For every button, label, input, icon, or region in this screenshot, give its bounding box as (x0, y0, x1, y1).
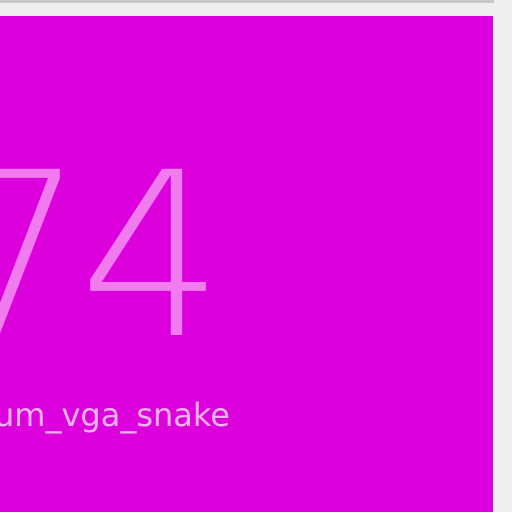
tile-number: 74 (0, 123, 224, 389)
project-tile[interactable]: 74 um_vga_snake (0, 16, 493, 512)
app-viewport: 74 um_vga_snake (0, 0, 512, 512)
top-divider (0, 0, 494, 3)
tile-label: um_vga_snake (0, 396, 230, 434)
